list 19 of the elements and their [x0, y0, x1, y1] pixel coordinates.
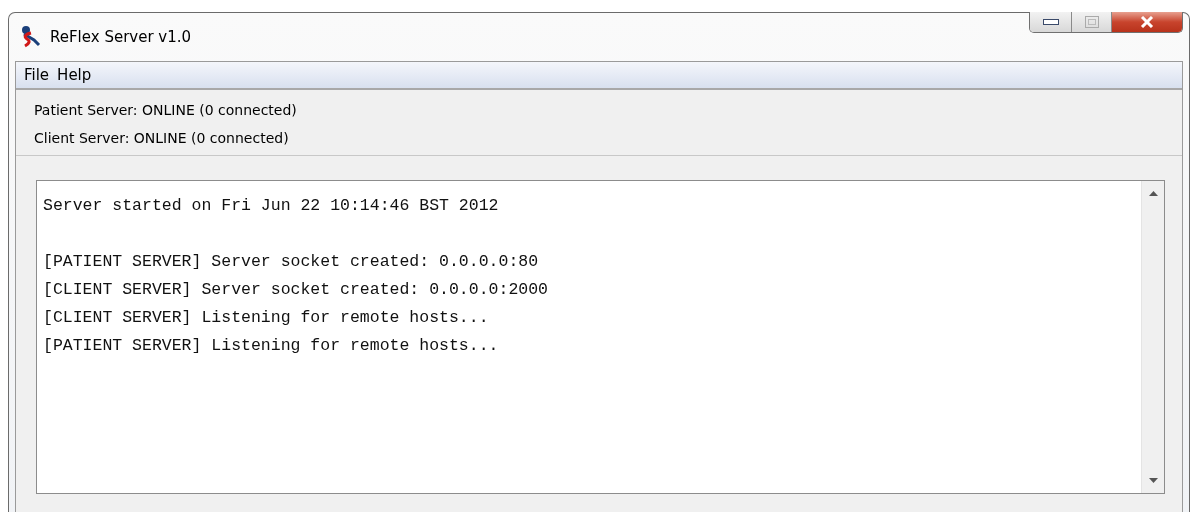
minimize-button[interactable] [1030, 12, 1072, 32]
log-line: [CLIENT SERVER] Server socket created: 0.0.0.0:2000 [43, 279, 548, 301]
log-line: Server started on Fri Jun 22 10:14:46 BST 2012 [43, 195, 499, 217]
window-title: ReFlex Server v1.0 [50, 28, 192, 46]
menu-item[interactable]: File [20, 66, 54, 84]
close-icon [1140, 16, 1154, 28]
maximize-icon [1084, 16, 1099, 28]
log-line: [PATIENT SERVER] Listening for remote hosts... [43, 335, 499, 357]
status-text: Client Server: ONLINE (0 connected) [34, 129, 290, 148]
scroll-down-icon[interactable] [1148, 478, 1158, 483]
status-text: Patient Server: ONLINE (0 connected) [34, 101, 298, 120]
runner-logo-icon [19, 25, 41, 49]
minimize-icon [1042, 19, 1059, 25]
close-button[interactable] [1112, 12, 1182, 32]
scrollbar[interactable] [1141, 181, 1164, 493]
log-line: [PATIENT SERVER] Server socket created: 0.0.0.0:80 [43, 251, 539, 273]
scroll-up-icon[interactable] [1148, 191, 1158, 196]
log-line: [CLIENT SERVER] Listening for remote hosts... [43, 307, 489, 329]
menu-item[interactable]: Help [53, 66, 96, 84]
